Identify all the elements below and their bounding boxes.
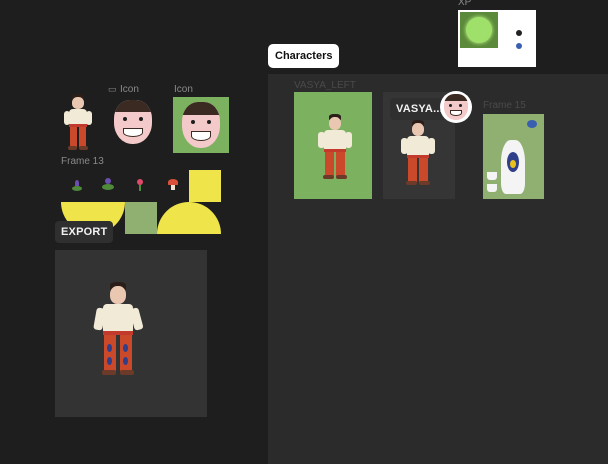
icon-label-1: Icon xyxy=(120,84,139,95)
vasya-left-label: VASYA_LEFT xyxy=(294,80,356,91)
character-vasya-left xyxy=(318,114,352,184)
teapot-icon xyxy=(527,120,537,128)
characters-tag[interactable]: Characters xyxy=(268,44,340,68)
vasya-tag-label: VASYA... xyxy=(396,103,443,115)
yellow-half-circle-2 xyxy=(157,202,221,234)
frame15-label: Frame 15 xyxy=(483,100,526,111)
avatar[interactable] xyxy=(440,91,472,123)
export-tag-label: EXPORT xyxy=(61,226,108,238)
green-orb-icon xyxy=(460,12,498,48)
plant-icon-2 xyxy=(101,176,115,192)
face-icon-2[interactable] xyxy=(173,97,229,153)
mushroom-icon xyxy=(167,178,179,192)
face-icon-1[interactable] xyxy=(112,98,154,148)
icon-label-2: Icon xyxy=(174,84,193,95)
dot-blue-icon xyxy=(516,43,522,49)
green-square xyxy=(125,202,157,234)
export-tag[interactable]: EXPORT xyxy=(55,221,114,243)
plant-icon-3 xyxy=(135,178,145,192)
frame13-label: Frame 13 xyxy=(61,156,104,167)
vase-icon xyxy=(501,140,525,194)
xp-frame[interactable] xyxy=(458,10,536,67)
plant-icon-1 xyxy=(71,178,83,192)
character-vasya xyxy=(401,120,435,188)
characters-tag-label: Characters xyxy=(275,50,333,62)
vasya-left-frame[interactable] xyxy=(294,92,372,199)
dot-icon xyxy=(516,30,522,36)
character-small[interactable] xyxy=(62,94,92,154)
character-export xyxy=(93,282,144,378)
cup-icon-2 xyxy=(487,184,497,192)
yellow-square xyxy=(189,170,221,202)
cup-icon-1 xyxy=(487,172,497,180)
xp-label: XP xyxy=(458,0,472,8)
export-frame[interactable] xyxy=(55,250,207,417)
icon-frame-icon: ▭ xyxy=(108,84,117,94)
frame15[interactable] xyxy=(483,114,544,199)
